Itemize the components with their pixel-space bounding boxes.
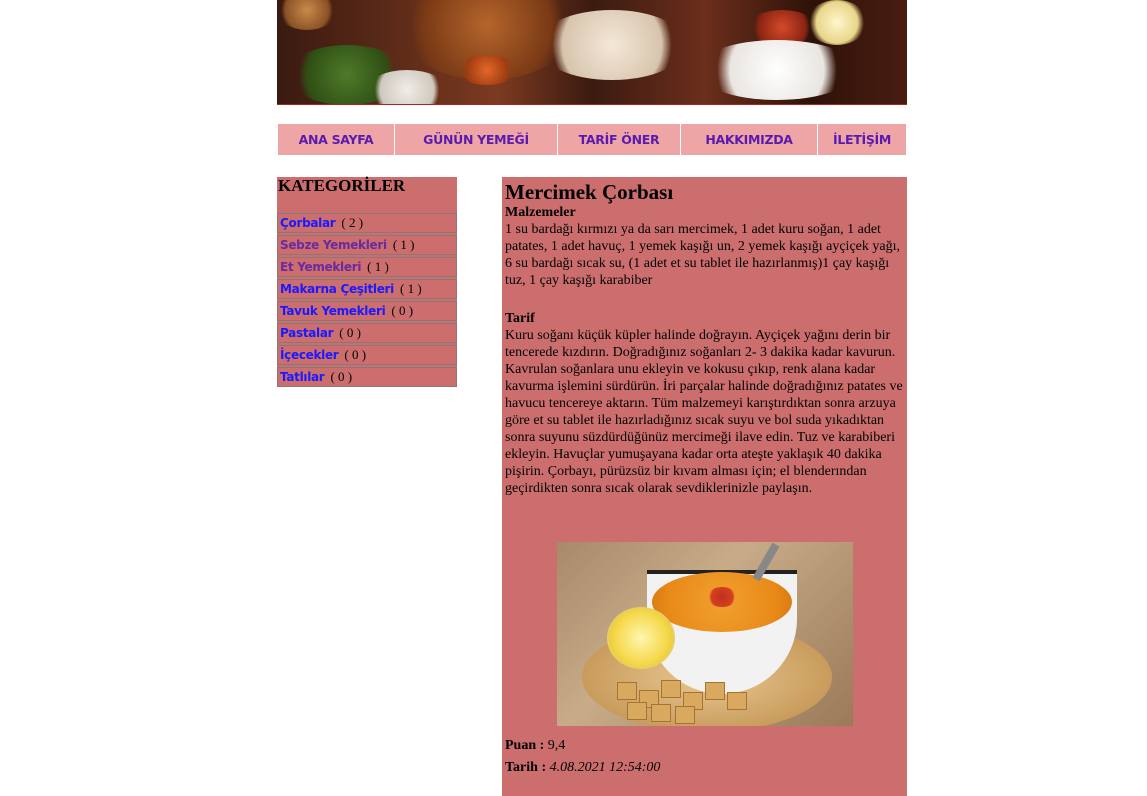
category-count: ( 0 ) xyxy=(344,347,367,362)
date-label: Tarih : xyxy=(505,760,547,775)
score-row: Puan : 9,4 xyxy=(505,735,660,757)
recipe-label: Tarif xyxy=(505,311,535,326)
category-link-tatlilar[interactable]: Tatlılar xyxy=(280,370,325,384)
list-item: Tavuk Yemekleri ( 0 ) xyxy=(277,301,457,321)
category-count: ( 0 ) xyxy=(339,325,361,340)
category-link-makarna-cesitleri[interactable]: Makarna Çeşitleri xyxy=(280,282,394,296)
nav-about[interactable]: HAKKIMIZDA xyxy=(681,124,818,155)
category-list: Çorbalar ( 2 ) Sebze Yemekleri ( 1 ) Et Ye… xyxy=(277,213,457,387)
category-count: ( 1 ) xyxy=(367,259,389,274)
header-banner-image xyxy=(277,0,907,105)
list-item: Çorbalar ( 2 ) xyxy=(277,213,457,233)
category-link-icecekler[interactable]: İçecekler xyxy=(280,348,339,362)
main-nav: ANA SAYFA GÜNÜN YEMEĞİ TARİF ÖNER HAKKIM… xyxy=(278,124,906,155)
list-item: İçecekler ( 0 ) xyxy=(277,345,457,365)
recipe-title: Mercimek Çorbası xyxy=(505,180,674,204)
recipe-meta: Puan : 9,4 Tarih : 4.08.2021 12:54:00 xyxy=(505,735,660,779)
category-count: ( 1 ) xyxy=(392,237,415,252)
score-value: 9,4 xyxy=(547,738,566,753)
category-link-pastalar[interactable]: Pastalar xyxy=(280,326,334,340)
category-count: ( 0 ) xyxy=(391,303,414,318)
nav-suggest-recipe[interactable]: TARİF ÖNER xyxy=(558,124,681,155)
ingredients-text: 1 su bardağı kırmızı ya da sarı mercimek… xyxy=(505,222,900,288)
nav-dish-of-the-day[interactable]: GÜNÜN YEMEĞİ xyxy=(395,124,558,155)
category-link-tavuk-yemekleri[interactable]: Tavuk Yemekleri xyxy=(280,304,386,318)
list-item: Makarna Çeşitleri ( 1 ) xyxy=(277,279,457,299)
sidebar-title: KATEGORİLER xyxy=(278,176,406,195)
instructions-text: Kuru soğanı küçük küpler halinde doğrayı… xyxy=(505,328,903,496)
category-count: ( 1 ) xyxy=(399,281,422,296)
recipe-content: Mercimek Çorbası Malzemeler 1 su bardağı… xyxy=(502,177,907,796)
date-row: Tarih : 4.08.2021 12:54:00 xyxy=(505,757,660,779)
category-count: ( 2 ) xyxy=(341,215,364,230)
list-item: Tatlılar ( 0 ) xyxy=(277,367,457,387)
category-count: ( 0 ) xyxy=(330,369,353,384)
date-value: 4.08.2021 12:54:00 xyxy=(549,760,661,775)
category-link-sebze-yemekleri[interactable]: Sebze Yemekleri xyxy=(280,238,387,252)
list-item: Et Yemekleri ( 1 ) xyxy=(277,257,457,277)
list-item: Sebze Yemekleri ( 1 ) xyxy=(277,235,457,255)
nav-home[interactable]: ANA SAYFA xyxy=(278,124,395,155)
ingredients-label: Malzemeler xyxy=(505,205,576,220)
nav-contact[interactable]: İLETİŞİM xyxy=(818,124,906,155)
soup-photo xyxy=(557,542,853,726)
score-label: Puan : xyxy=(505,738,545,753)
list-item: Pastalar ( 0 ) xyxy=(277,323,457,343)
category-link-corbalar[interactable]: Çorbalar xyxy=(280,216,336,230)
category-link-et-yemekleri[interactable]: Et Yemekleri xyxy=(280,260,361,274)
category-sidebar: KATEGORİLER Çorbalar ( 2 ) Sebze Yemekler… xyxy=(277,177,457,387)
